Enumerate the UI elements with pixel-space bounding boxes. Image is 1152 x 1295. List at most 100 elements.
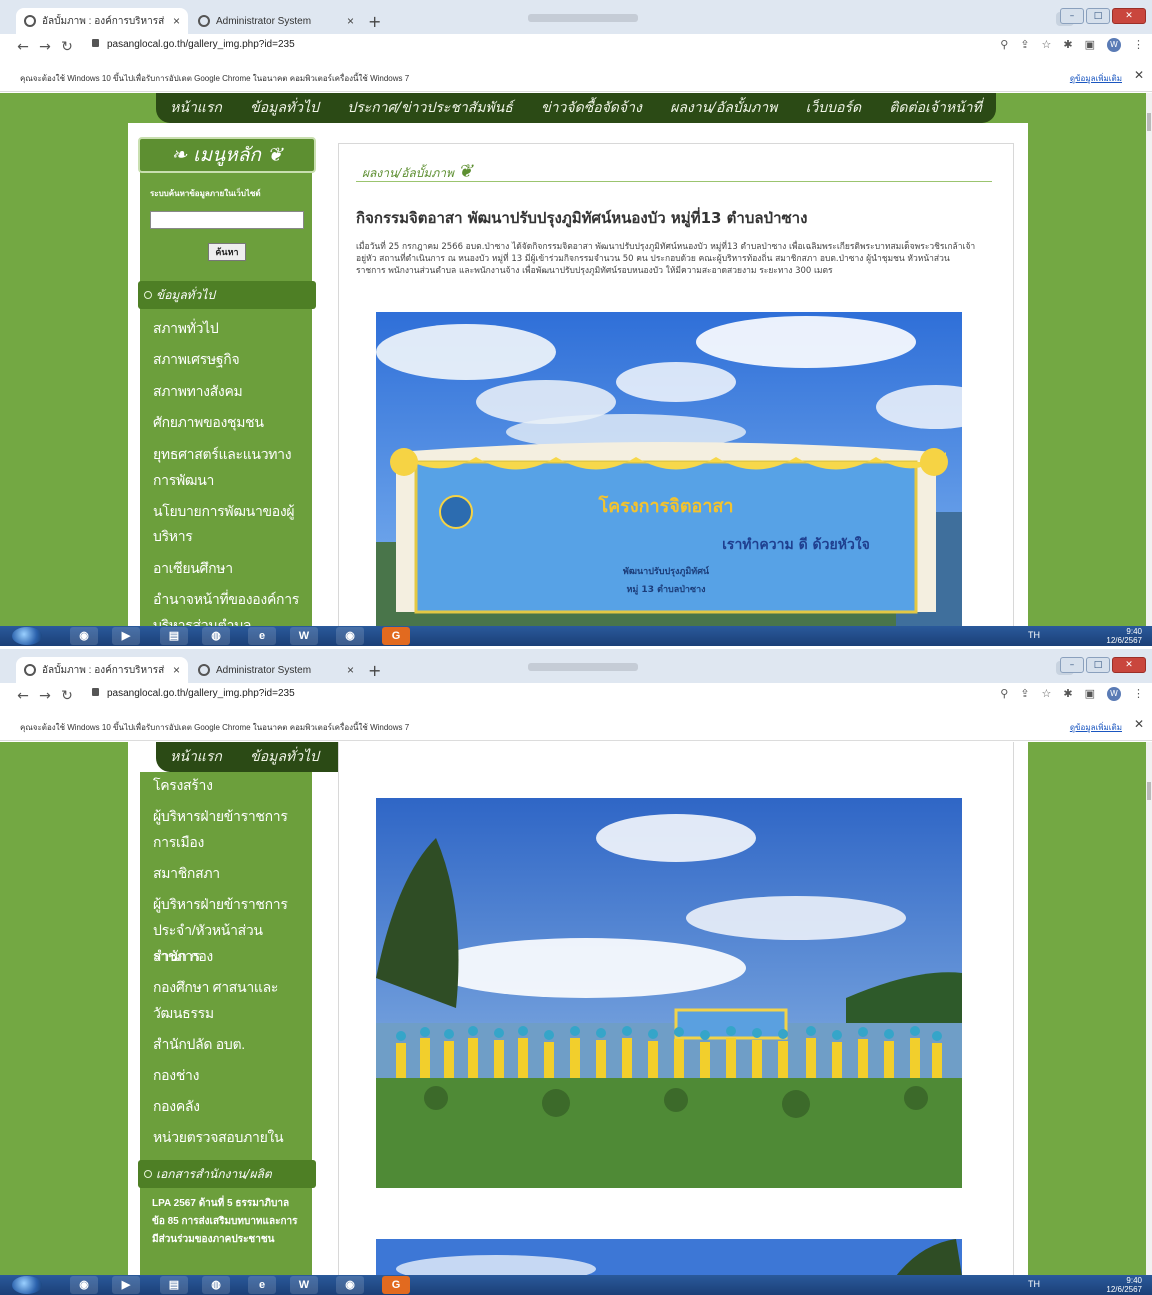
nav-webboard[interactable]: เว็บบอร์ด [806,97,861,119]
app-taskbar-icon[interactable]: G [382,627,410,645]
word-taskbar-icon[interactable]: W [290,627,318,645]
sidebar-item[interactable]: ยุทธศาสตร์และแนวทาง [153,441,308,467]
close-window-icon[interactable]: ✕ [1112,8,1146,24]
minimize-icon[interactable]: – [1060,657,1084,673]
ie-taskbar-icon[interactable]: e [248,1276,276,1294]
media-player-taskbar-icon[interactable]: ▶ [112,627,140,645]
chrome-taskbar-icon[interactable]: ◉ [336,627,364,645]
infobar-close-icon[interactable]: ✕ [1134,717,1144,731]
menu-dots-icon[interactable]: ⋮ [1133,687,1144,701]
sidebar-item[interactable]: การพัฒนา [153,467,308,493]
sidebar-item[interactable]: ผู้บริหารฝ่ายข้าราชการ [153,803,308,829]
close-tab-icon[interactable]: × [347,14,354,28]
language-indicator[interactable]: TH [1028,630,1040,640]
share-icon[interactable]: ⇪ [1020,687,1029,701]
explorer-taskbar-icon[interactable]: ▤ [160,1276,188,1294]
nav-general-info[interactable]: ข้อมูลทั่วไป [250,746,319,768]
page-scrollbar[interactable] [1146,93,1152,627]
sidebar-item[interactable]: บริหาร [153,523,308,549]
extensions-icon[interactable]: ✱ [1063,687,1072,701]
explorer-taskbar-icon[interactable]: ▤ [160,627,188,645]
new-tab-icon[interactable]: + [368,12,381,31]
reload-icon[interactable]: ↻ [56,39,78,55]
forward-icon[interactable]: → [34,39,56,55]
sidebar-item[interactable]: อาเซียนศึกษา [153,555,308,581]
chrome-taskbar-icon[interactable]: ◉ [70,627,98,645]
menu-dots-icon[interactable]: ⋮ [1133,38,1144,52]
sidebar-item[interactable]: บริหารส่วนตำบล [153,612,308,627]
sidebar-item[interactable]: วัฒนธรรม [153,1000,308,1026]
gallery-photo-banner[interactable]: โครงการจิตอาสา เราทำความ ดี ด้วยหัวใจ พั… [376,312,962,627]
url-field[interactable]: pasanglocal.go.th/gallery_img.php?id=235 [92,688,295,699]
nav-general-info[interactable]: ข้อมูลทั่วไป [250,97,319,119]
forward-icon[interactable]: → [34,688,56,704]
start-button-icon[interactable] [12,627,42,645]
extensions-icon[interactable]: ✱ [1063,38,1072,52]
tab-admin[interactable]: Administrator System × [190,8,362,34]
bookmark-star-icon[interactable]: ☆ [1042,38,1052,52]
reload-icon[interactable]: ↻ [56,688,78,704]
sidebar-item[interactable]: อำนาจหน้าที่ขององค์การ [153,586,308,612]
firefox-taskbar-icon[interactable]: ◍ [202,1276,230,1294]
sidebar-item[interactable]: กองคลัง [153,1093,308,1119]
tab-gallery[interactable]: อัลบั้มภาพ : องค์การบริหารส่วนตำบล × [16,8,188,34]
site-search-input[interactable] [150,211,304,229]
nav-contact[interactable]: ติดต่อเจ้าหน้าที่ [889,97,981,119]
sidebar-item[interactable]: สำนัก กอง [153,943,308,969]
bookmark-star-icon[interactable]: ☆ [1042,687,1052,701]
close-tab-icon[interactable]: × [347,663,354,677]
minimize-icon[interactable]: – [1060,8,1084,24]
maximize-icon[interactable]: □ [1086,8,1110,24]
search-button[interactable]: ค้นหา [208,243,246,261]
side-panel-icon[interactable]: ▣ [1085,687,1095,701]
chrome-taskbar-icon[interactable]: ◉ [70,1276,98,1294]
app-taskbar-icon[interactable]: G [382,1276,410,1294]
zoom-icon[interactable]: ⚲ [1000,38,1008,52]
close-window-icon[interactable]: ✕ [1112,657,1146,673]
sidebar-item[interactable]: โครงสร้าง [153,772,308,798]
sidebar-item[interactable]: สภาพทั่วไป [153,315,308,341]
maximize-icon[interactable]: □ [1086,657,1110,673]
sidebar-item[interactable]: สมาชิกสภา [153,860,308,886]
start-button-icon[interactable] [12,1276,42,1294]
new-tab-icon[interactable]: + [368,661,381,680]
gallery-photo-group[interactable] [376,798,962,1188]
infobar-close-icon[interactable]: ✕ [1134,68,1144,82]
scroll-thumb[interactable] [1147,113,1151,131]
sidebar-item[interactable]: สำนักปลัด อบต. [153,1031,308,1057]
document-link[interactable]: LPA 2567 ด้านที่ 5 ธรรมาภิบาล ข้อ 85 การ… [152,1195,302,1249]
profile-avatar[interactable]: W [1107,687,1121,701]
back-icon[interactable]: ← [12,688,34,704]
side-panel-icon[interactable]: ▣ [1085,38,1095,52]
infobar-learn-more-link[interactable]: ดูข้อมูลเพิ่มเติม [1070,721,1122,734]
ie-taskbar-icon[interactable]: e [248,627,276,645]
sidebar-item[interactable]: ศักยภาพของชุมชน [153,409,308,435]
profile-avatar[interactable]: W [1107,38,1121,52]
language-indicator[interactable]: TH [1028,1279,1040,1289]
nav-home[interactable]: หน้าแรก [170,746,222,768]
sidebar-item[interactable]: กองช่าง [153,1062,308,1088]
nav-gallery[interactable]: ผลงาน/อัลบั้มภาพ [670,97,777,119]
scroll-thumb[interactable] [1147,782,1151,800]
sidebar-item[interactable]: สภาพเศรษฐกิจ [153,346,308,372]
infobar-learn-more-link[interactable]: ดูข้อมูลเพิ่มเติม [1070,72,1122,85]
system-clock[interactable]: 9:40 12/6/2567 [1106,627,1142,645]
close-tab-icon[interactable]: × [173,14,180,28]
url-field[interactable]: pasanglocal.go.th/gallery_img.php?id=235 [92,39,295,50]
sidebar-item[interactable]: นโยบายการพัฒนาของผู้ [153,498,308,524]
sidebar-item[interactable]: ผู้บริหารฝ่ายข้าราชการ [153,891,308,917]
zoom-icon[interactable]: ⚲ [1000,687,1008,701]
gallery-photo-next[interactable] [376,1239,962,1276]
back-icon[interactable]: ← [12,39,34,55]
word-taskbar-icon[interactable]: W [290,1276,318,1294]
tab-admin[interactable]: Administrator System × [190,657,362,683]
nav-announcements[interactable]: ประกาศ/ข่าวประชาสัมพันธ์ [347,97,513,119]
close-tab-icon[interactable]: × [173,663,180,677]
chrome-taskbar-icon[interactable]: ◉ [336,1276,364,1294]
nav-procurement[interactable]: ข่าวจัดซื้อจัดจ้าง [541,97,642,119]
nav-home[interactable]: หน้าแรก [170,97,222,119]
page-scrollbar[interactable] [1146,742,1152,1276]
sidebar-item[interactable]: การเมือง [153,829,308,855]
share-icon[interactable]: ⇪ [1020,38,1029,52]
firefox-taskbar-icon[interactable]: ◍ [202,627,230,645]
